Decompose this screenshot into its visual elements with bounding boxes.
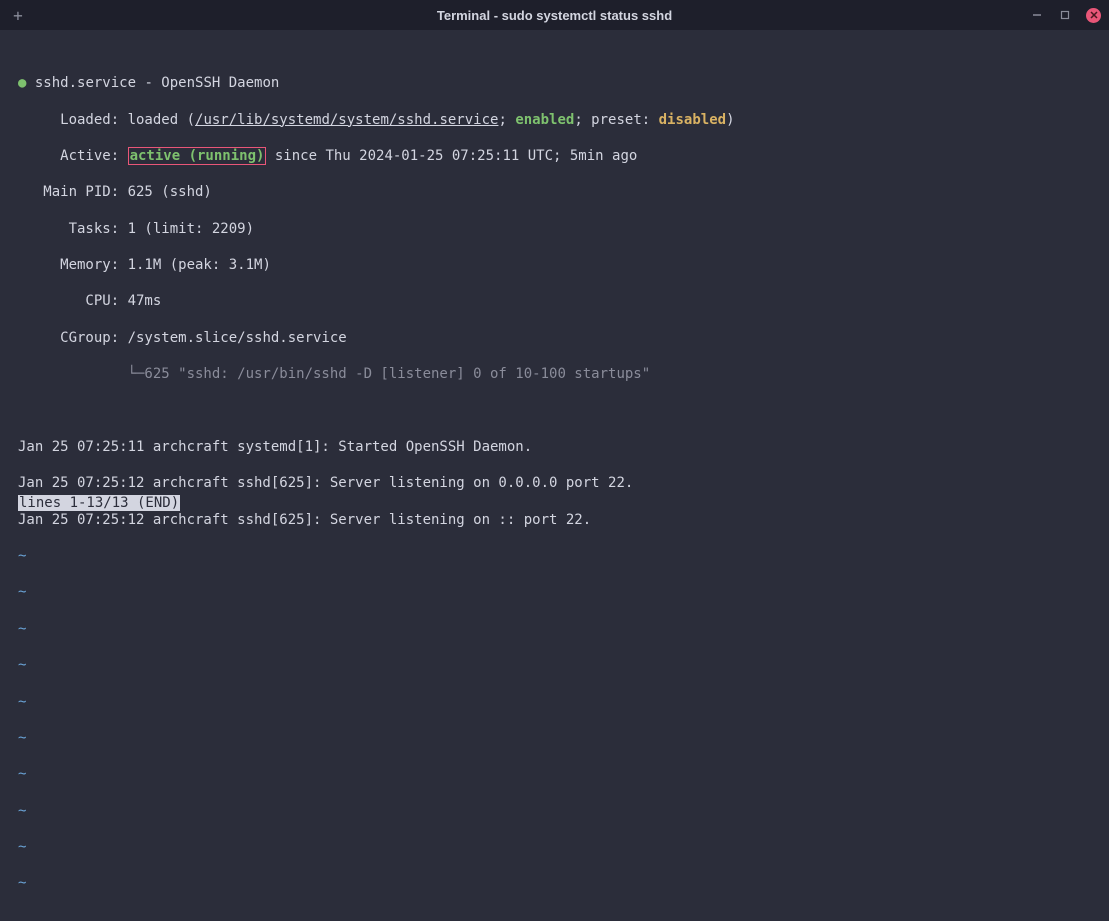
- pager-tilde: ~: [18, 656, 1091, 674]
- minimize-icon: [1032, 10, 1042, 20]
- memory-line: Memory: 1.1M (peak: 3.1M): [18, 256, 1091, 274]
- log-line-1: Jan 25 07:25:11 archcraft systemd[1]: St…: [18, 438, 1091, 456]
- cpu-line: CPU: 47ms: [18, 292, 1091, 310]
- titlebar: + Terminal - sudo systemctl status sshd: [0, 0, 1109, 30]
- pager-tilde: ~: [18, 838, 1091, 856]
- pager-tilde: ~: [18, 547, 1091, 565]
- window-controls: [1030, 8, 1101, 23]
- service-name: sshd.service - OpenSSH Daemon: [35, 75, 279, 91]
- mainpid-line: Main PID: 625 (sshd): [18, 183, 1091, 201]
- maximize-icon: [1060, 10, 1070, 20]
- pager-tilde: ~: [18, 583, 1091, 601]
- cgroup-tree-line: └─625 "sshd: /usr/bin/sshd -D [listener]…: [18, 365, 1091, 383]
- loaded-line: Loaded: loaded (/usr/lib/systemd/system/…: [18, 111, 1091, 129]
- window-title: Terminal - sudo systemctl status sshd: [437, 8, 672, 23]
- pager-status-line: lines 1-13/13 (END): [18, 495, 180, 511]
- minimize-button[interactable]: [1030, 8, 1044, 22]
- active-line: Active: active (running) since Thu 2024-…: [18, 147, 1091, 165]
- pager-tilde: ~: [18, 765, 1091, 783]
- pager-tilde: ~: [18, 729, 1091, 747]
- highlight-box: active (running): [128, 147, 267, 165]
- pager-tilde: ~: [18, 874, 1091, 892]
- new-tab-button[interactable]: +: [8, 5, 28, 25]
- close-button[interactable]: [1086, 8, 1101, 23]
- pager-tilde: ~: [18, 802, 1091, 820]
- log-line-3: Jan 25 07:25:12 archcraft sshd[625]: Ser…: [18, 511, 1091, 529]
- pager-status-text: lines 1-13/13 (END): [18, 495, 180, 511]
- log-line-2: Jan 25 07:25:12 archcraft sshd[625]: Ser…: [18, 474, 1091, 492]
- status-bullet-icon: ●: [18, 75, 26, 91]
- service-header-line: ● sshd.service - OpenSSH Daemon: [18, 74, 1091, 92]
- unit-file-path: /usr/lib/systemd/system/sshd.service: [195, 112, 498, 128]
- enabled-state: enabled: [515, 112, 574, 128]
- active-state: active (running): [130, 148, 265, 164]
- close-icon: [1090, 11, 1098, 19]
- tasks-line: Tasks: 1 (limit: 2209): [18, 220, 1091, 238]
- preset-state: disabled: [659, 112, 726, 128]
- blank-line: [18, 402, 1091, 420]
- terminal-output[interactable]: ● sshd.service - OpenSSH Daemon Loaded: …: [0, 30, 1109, 921]
- pager-tilde: ~: [18, 620, 1091, 638]
- maximize-button[interactable]: [1058, 8, 1072, 22]
- cgroup-line: CGroup: /system.slice/sshd.service: [18, 329, 1091, 347]
- pager-tilde: ~: [18, 693, 1091, 711]
